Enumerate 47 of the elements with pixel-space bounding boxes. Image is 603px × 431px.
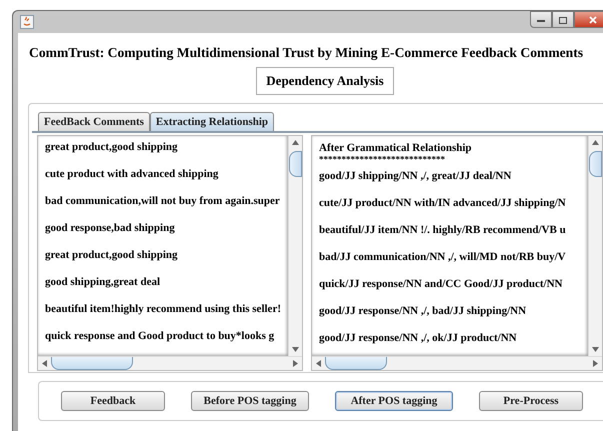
down-arrow-icon[interactable] [292, 347, 299, 352]
list-header: After Grammatical Relationship [319, 142, 473, 155]
up-arrow-icon[interactable] [592, 140, 599, 145]
maximize-button[interactable] [552, 11, 574, 28]
scroll-thumb[interactable] [289, 151, 302, 177]
list-item[interactable]: good/JJ response/NN ,/, ok/JJ product/NN [319, 329, 588, 356]
list-item[interactable]: bad/JJ communication/NN ,/, will/MD not/RB buy/V [319, 248, 588, 275]
close-button[interactable] [574, 11, 603, 28]
horizontal-scrollbar[interactable] [38, 356, 302, 370]
horizontal-scrollbar[interactable] [312, 356, 602, 370]
list-item[interactable]: cute product with advanced shipping [45, 165, 288, 192]
list-item[interactable]: cute/JJ product/NN with/IN advanced/JJ shipping/N [319, 194, 588, 221]
vertical-scrollbar[interactable] [588, 136, 602, 356]
right-arrow-icon[interactable] [593, 360, 598, 367]
list-item[interactable]: good/JJ shipping/NN ,/, great/JJ deal/NN [319, 167, 588, 194]
action-button[interactable]: Before POS tagging [191, 391, 309, 411]
up-arrow-icon[interactable] [292, 140, 299, 145]
tab[interactable]: Extracting Relationship [150, 112, 274, 131]
down-arrow-icon[interactable] [592, 347, 599, 352]
list-item[interactable]: good shipping,great deal [45, 273, 288, 300]
section-label: Dependency Analysis [256, 67, 394, 95]
left-arrow-icon[interactable] [42, 360, 47, 367]
app-icon [20, 15, 34, 29]
close-icon [588, 16, 598, 24]
list-item[interactable]: great product,good shipping [45, 246, 288, 273]
scroll-thumb[interactable] [589, 151, 602, 177]
list-item[interactable]: quick/JJ response/NN and/CC Good/JJ product/NN [319, 275, 588, 302]
separator-line: **************************** [319, 155, 446, 165]
vertical-scrollbar[interactable] [288, 136, 302, 356]
action-button[interactable]: Pre-Process [479, 391, 583, 411]
scroll-thumb[interactable] [325, 357, 387, 370]
list-item[interactable]: good response,bad shipping [45, 219, 288, 246]
list-item[interactable]: beautiful/JJ item/NN !/. highly/RB recommend/VB u [319, 221, 588, 248]
minimize-button[interactable] [530, 11, 552, 28]
list-item[interactable]: beautiful item!highly recommend using this seller! [45, 300, 288, 327]
action-button[interactable]: After POS tagging [335, 391, 453, 411]
scroll-thumb[interactable] [51, 357, 133, 370]
list-item[interactable]: good/JJ response/NN ,/, bad/JJ shipping/NN [319, 302, 588, 329]
right-arrow-icon[interactable] [293, 360, 298, 367]
left-arrow-icon[interactable] [316, 360, 321, 367]
tab[interactable]: FeedBack Comments [38, 112, 150, 131]
action-button[interactable]: Feedback [61, 391, 165, 411]
list-item[interactable]: quick response and Good product to buy*looks g [45, 327, 288, 354]
list-item[interactable]: bad communication,will not buy from again.super [45, 192, 288, 219]
list-item[interactable]: great product,good shipping [45, 138, 288, 165]
maximize-icon [558, 16, 568, 24]
app-heading: CommTrust: Computing Multidimensional Trust by Mining E-Commerce Feedback Comments [28, 44, 584, 61]
